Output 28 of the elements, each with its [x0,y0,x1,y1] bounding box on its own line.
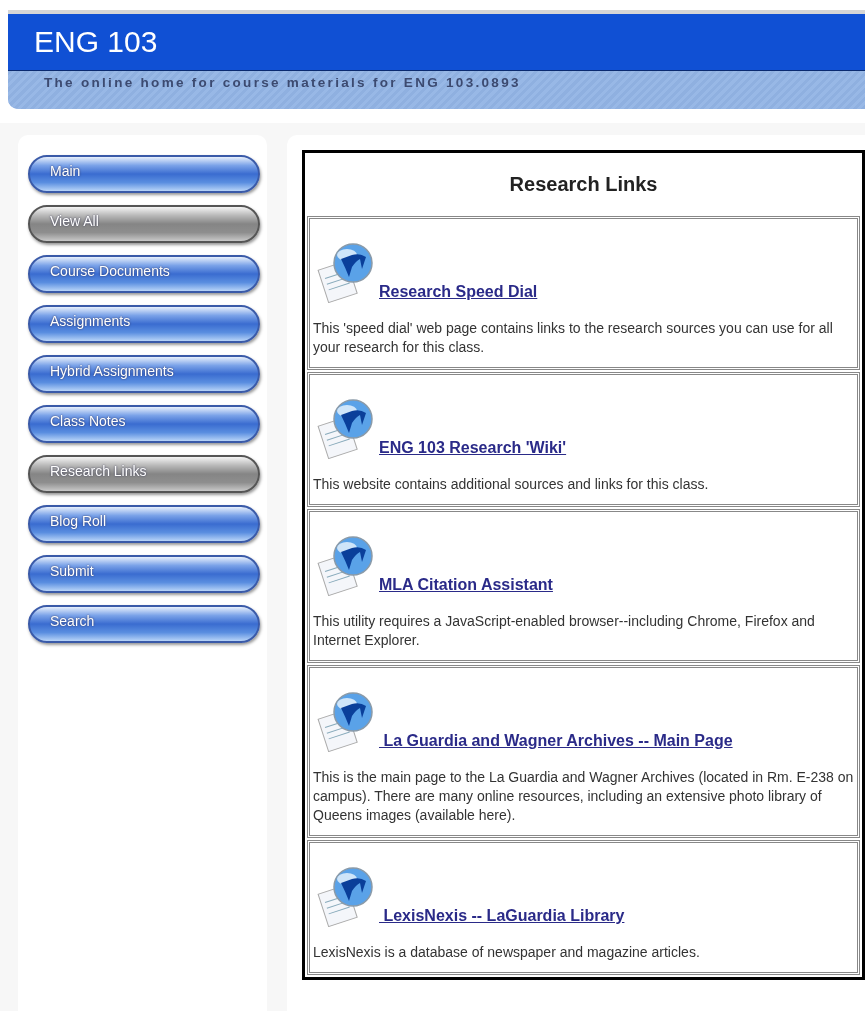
globe-document-icon [317,692,373,752]
nav-button[interactable]: Submit [28,555,260,593]
site-subtitle: The online home for course materials for ENG 103.0893 [44,75,521,90]
resource-link[interactable]: LexisNexis -- LaGuardia Library [379,907,625,925]
resource-link[interactable]: Research Speed Dial [379,283,538,301]
resource-link[interactable]: MLA Citation Assistant [379,576,553,594]
nav-button[interactable]: Hybrid Assignments [28,355,260,393]
resource-link[interactable]: La Guardia and Wagner Archives -- Main Page [379,732,733,750]
link-description: LexisNexis is a database of newspaper and magazine articles. [313,943,701,962]
nav-button[interactable]: Main [28,155,260,193]
globe-document-icon [317,243,373,303]
nav-button[interactable]: Search [28,605,260,643]
globe-document-icon [317,536,373,596]
link-description: This is the main page to the La Guardia and Wagner Archives (located in Rm. E-238 on campus). There are many online resources, including an extensive photo library of Queens images (available here). [313,768,854,825]
nav-button[interactable]: View All [28,205,260,243]
nav-button[interactable]: Course Documents [28,255,260,293]
nav-button[interactable]: Research Links [28,455,260,493]
site-title: ENG 103 [34,25,158,59]
link-description: This website contains additional sources and links for this class. [313,475,710,494]
page-heading: Research Links [508,172,659,197]
nav-button[interactable]: Class Notes [28,405,260,443]
nav-button[interactable]: Assignments [28,305,260,343]
globe-document-icon [317,399,373,459]
resource-link[interactable]: ENG 103 Research 'Wiki' [379,439,567,457]
link-description: This utility requires a JavaScript-enabled browser--including Chrome, Firefox and Internet Explorer. [313,612,816,650]
nav-button[interactable]: Blog Roll [28,505,260,543]
link-description: This 'speed dial' web page contains links to the research sources you can use for all your research for this class. [313,319,834,357]
globe-document-icon [317,867,373,927]
